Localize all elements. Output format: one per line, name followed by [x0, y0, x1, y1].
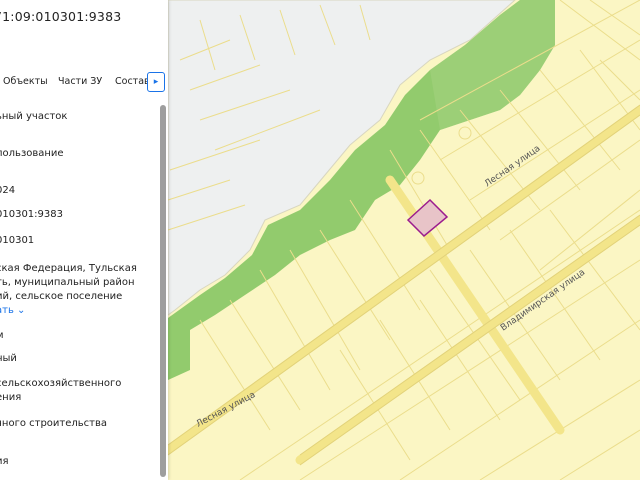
attr-address-line2: ть, муниципальный район — [0, 277, 135, 288]
tab-land-parts[interactable]: Части ЗУ — [58, 76, 102, 87]
attribute-list: ьный участок пользование 024 010301:9383… — [0, 96, 160, 480]
chevron-right-icon: ▸ — [153, 77, 159, 87]
attr-address-line3: ий, сельское поселение — [0, 291, 123, 302]
attr-land-category-line1: сельскохозяйственного — [0, 378, 122, 389]
show-more-link[interactable]: ать — [0, 305, 14, 316]
attr-form: ия — [0, 456, 9, 467]
object-info-panel: 71:09:010301:9383 Объекты Части ЗУ Соста… — [0, 0, 168, 480]
attr-object-type: ьный участок — [0, 111, 68, 122]
attr-date: 024 — [0, 185, 16, 196]
chevron-down-icon[interactable]: ⌄ — [17, 305, 25, 316]
attr-cadastral-number: 010301:9383 — [0, 209, 63, 220]
attr-area: м — [0, 329, 152, 343]
attr-usage: чного строительства — [0, 418, 108, 429]
attr-permitted-use: пользование — [0, 148, 64, 159]
attr-land-category: сельскохозяйственного ения — [0, 377, 152, 405]
attr-status: ный — [0, 353, 17, 364]
tab-composition[interactable]: Состав — [115, 76, 150, 87]
attr-address: ская Федерация, Тульская ть, муниципальн… — [0, 262, 152, 318]
panel-tabs: Объекты Части ЗУ Состав ▸ — [0, 70, 168, 94]
tabs-next-button[interactable]: ▸ — [147, 72, 165, 92]
attr-address-line1: ская Федерация, Тульская — [0, 263, 137, 274]
attr-cadastral-quarter: 010301 — [0, 235, 35, 246]
tab-objects[interactable]: Объекты — [3, 76, 48, 87]
attr-land-category-line2: ения — [0, 392, 22, 403]
panel-scrollbar[interactable] — [160, 105, 166, 477]
panel-title: 71:09:010301:9383 — [0, 9, 122, 24]
